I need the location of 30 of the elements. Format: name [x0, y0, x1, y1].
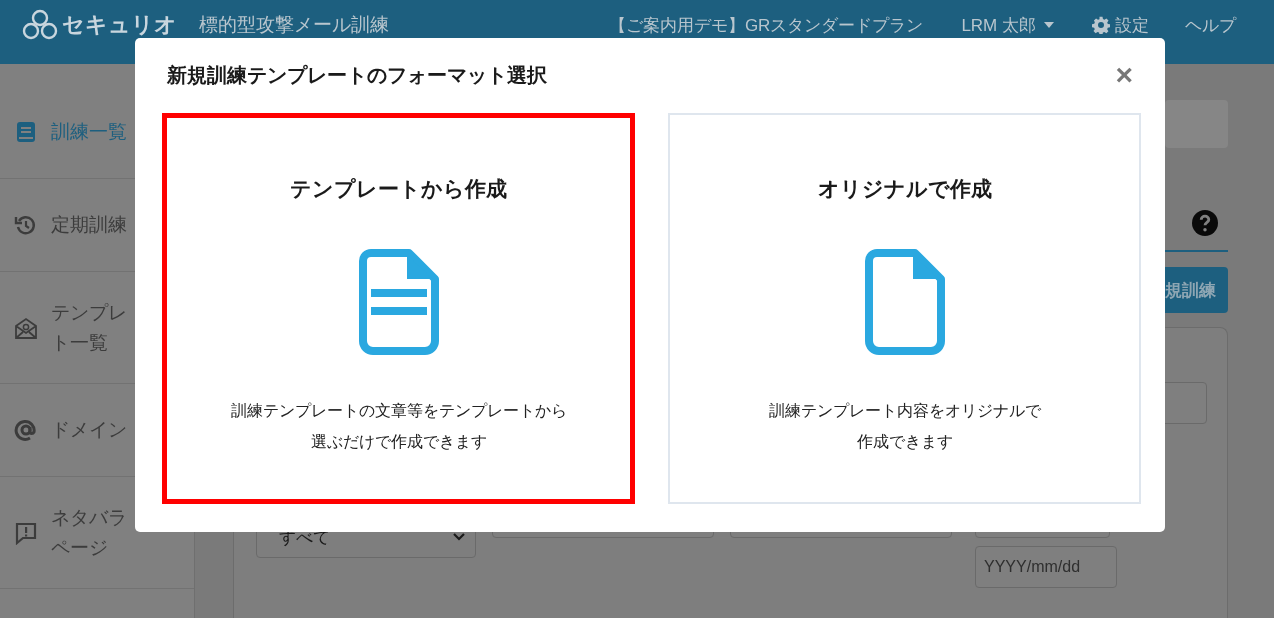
- option-description: 選ぶだけで作成できます: [310, 432, 487, 452]
- option-description: 訓練テンプレート内容をオリジナルで: [768, 401, 1041, 421]
- option-title: オリジナルで作成: [817, 176, 992, 202]
- at-sign-icon: [14, 418, 38, 442]
- help-link[interactable]: ヘルプ: [1185, 13, 1236, 37]
- settings-icon: [1092, 16, 1110, 34]
- option-description: 作成できます: [856, 432, 953, 452]
- chevron-icon: [453, 533, 465, 541]
- option-card[interactable]: オリジナルで作成 訓練テンプレート内容をオリジナルで 作成できます: [668, 113, 1141, 504]
- settings-link[interactable]: 設定: [1092, 13, 1149, 37]
- book-icon: [14, 120, 38, 144]
- breadcrumb-bar: [1165, 100, 1228, 148]
- plan-name[interactable]: 【ご案内用デモ】GRスタンダードプラン: [608, 13, 924, 37]
- app-title: 標的型攻撃メール訓練: [199, 13, 389, 37]
- modal-title: 新規訓練テンプレートのフォーマット選択: [167, 62, 547, 88]
- close-button[interactable]: ×: [1115, 60, 1133, 90]
- logo-text[interactable]: セキュリオ: [62, 10, 177, 40]
- option-title: テンプレートから作成: [290, 176, 507, 202]
- option-card[interactable]: テンプレートから作成 訓練テンプレートの文章等をテンプレートから 選ぶだけで作成できます: [162, 113, 635, 504]
- envelope-icon: [14, 315, 38, 340]
- date-field[interactable]: YYYY/mm/dd: [975, 546, 1117, 588]
- document-icon: [864, 249, 945, 355]
- help-icon[interactable]: [1192, 210, 1218, 236]
- caret-icon: [1044, 22, 1054, 28]
- option-description: 訓練テンプレートの文章等をテンプレートから: [230, 401, 567, 421]
- history-icon: [14, 213, 38, 237]
- logo-icon: [22, 9, 58, 41]
- document-text-icon: [358, 249, 439, 355]
- exclamation-comment-icon: [14, 520, 38, 545]
- user-menu[interactable]: LRM 太郎: [961, 13, 1054, 37]
